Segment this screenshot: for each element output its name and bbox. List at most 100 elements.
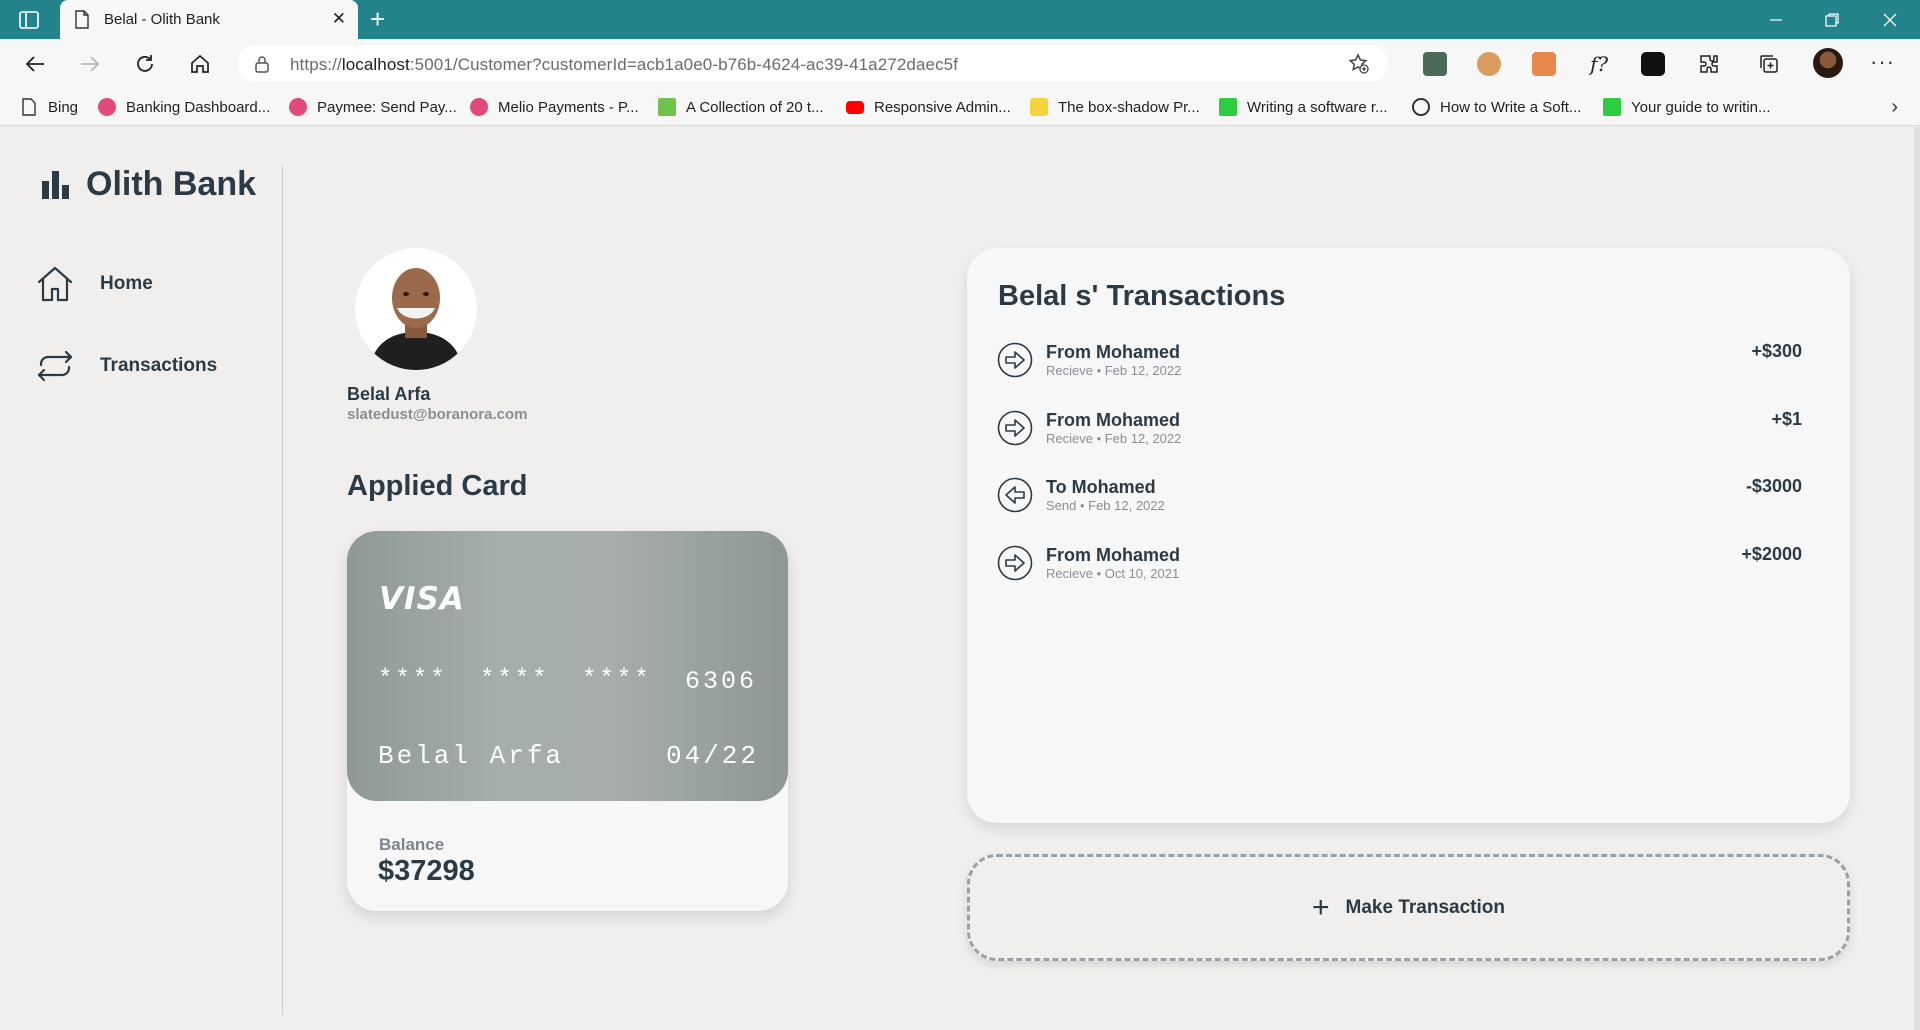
circle-site-icon (1412, 98, 1430, 116)
green-site-icon (658, 98, 676, 116)
forward-icon[interactable] (77, 51, 103, 77)
sidebar-item-transactions[interactable]: Transactions (36, 347, 217, 385)
font-ext-icon[interactable]: f? (1586, 51, 1612, 77)
extension-avatar-icon[interactable] (1477, 52, 1501, 76)
minimize-icon[interactable] (1748, 0, 1804, 39)
credit-card: VISA **** **** **** 6306 Belal Arfa 04/2… (347, 531, 788, 801)
profile-email: slatedust@boranora.com (347, 406, 528, 423)
transaction-name: From Mohamed (1046, 545, 1181, 565)
home-browser-icon[interactable] (187, 51, 213, 77)
transactions-title: Belal s' Transactions (998, 280, 1286, 312)
bookmarks-bar: Bing Banking Dashboard... Paymee: Send P… (0, 88, 1920, 126)
plus-icon: + (1312, 890, 1330, 924)
bookmark-item[interactable]: The box-shadow Pr... (1030, 97, 1200, 117)
home-icon (37, 266, 73, 302)
bar-chart-logo-icon (42, 170, 69, 199)
page-content: Olith Bank Home Transactions Belal Arfa … (0, 127, 1920, 1030)
sidebar-item-home[interactable]: Home (36, 265, 153, 303)
transactions-panel: Belal s' Transactions From Mohamed Recie… (967, 248, 1850, 823)
visa-logo: VISA (379, 581, 465, 617)
close-window-icon[interactable] (1862, 0, 1918, 39)
bookmark-item[interactable]: Bing (20, 97, 78, 117)
arrow-right-circle-icon (997, 545, 1033, 581)
arrow-left-circle-icon (997, 477, 1033, 513)
youtube-icon (846, 100, 864, 114)
transaction-amount: -$3000 (1745, 476, 1802, 496)
bookmark-item[interactable]: How to Write a Soft... (1412, 97, 1581, 117)
bookmark-label: Responsive Admin... (874, 98, 1011, 116)
transaction-meta: Recieve • Feb 12, 2022 (1046, 363, 1182, 378)
transaction-meta: Recieve • Oct 10, 2021 (1046, 566, 1180, 581)
make-transaction-button[interactable]: + Make Transaction (967, 854, 1850, 961)
new-tab-icon[interactable]: + (370, 5, 385, 33)
transaction-row[interactable]: From Mohamed Recieve • Feb 12, 2022 +$30… (997, 338, 1802, 382)
balance-label: Balance (379, 835, 445, 854)
address-bar[interactable]: https://localhost:5001/Customer?customer… (238, 45, 1388, 82)
bookmark-item[interactable]: Melio Payments - P... (470, 97, 639, 117)
transaction-name: From Mohamed (1046, 410, 1181, 430)
add-favorite-icon[interactable] (1348, 53, 1370, 80)
profile-name: Belal Arfa (347, 384, 431, 404)
bookmark-item[interactable]: Paymee: Send Pay... (289, 97, 457, 117)
card-widget[interactable]: VISA **** **** **** 6306 Belal Arfa 04/2… (347, 531, 788, 911)
bookmark-item[interactable]: A Collection of 20 t... (658, 97, 824, 117)
lock-icon[interactable] (254, 55, 270, 78)
balance-value: $37298 (378, 855, 475, 887)
bookmark-label: Writing a software r... (1247, 98, 1388, 116)
bookmark-label: Your guide to writin... (1631, 98, 1771, 116)
masked-digits: **** (582, 666, 652, 693)
sidebar-item-label: Transactions (100, 355, 218, 376)
page-icon (74, 10, 90, 34)
applied-card-title: Applied Card (347, 470, 528, 502)
bookmark-label: Melio Payments - P... (498, 98, 639, 116)
transaction-amount: +$1 (1771, 409, 1802, 429)
yellow-site-icon (1030, 98, 1048, 116)
bookmark-item[interactable]: Your guide to writin... (1603, 97, 1771, 117)
bookmark-label: The box-shadow Pr... (1058, 98, 1200, 116)
transaction-row[interactable]: To Mohamed Send • Feb 12, 2022 -$3000 (997, 473, 1802, 517)
transactions-icon (37, 350, 73, 382)
close-tab-icon[interactable]: ✕ (332, 10, 346, 28)
transaction-name: From Mohamed (1046, 342, 1181, 362)
transaction-meta: Send • Feb 12, 2022 (1046, 498, 1165, 513)
card-holder: Belal Arfa (378, 741, 565, 771)
dribbble-icon (98, 98, 116, 116)
bookmark-item[interactable]: Writing a software r... (1219, 97, 1388, 117)
card-expiry: 04/22 (666, 741, 760, 771)
bookmark-label: How to Write a Soft... (1440, 98, 1582, 116)
extension-cookie-icon[interactable] (1423, 52, 1447, 76)
brand[interactable]: Olith Bank (42, 165, 256, 204)
tab-actions-icon[interactable] (18, 9, 40, 31)
dribbble-icon (470, 98, 488, 116)
medium-icon (1219, 98, 1237, 116)
page-scrollbar[interactable] (1914, 127, 1920, 1030)
transaction-amount: +$300 (1751, 341, 1802, 361)
profile-avatar-icon[interactable] (1813, 48, 1843, 78)
extensions-icon[interactable] (1696, 51, 1722, 77)
brand-title: Olith Bank (86, 165, 257, 203)
refresh-icon[interactable] (132, 51, 158, 77)
url-text[interactable]: https://localhost:5001/Customer?customer… (290, 55, 958, 75)
collections-icon[interactable] (1756, 51, 1782, 77)
restore-icon[interactable] (1804, 0, 1860, 39)
bookmark-item[interactable]: Responsive Admin... (846, 97, 1011, 117)
arrow-right-circle-icon (997, 342, 1033, 378)
sidebar-item-label: Home (100, 273, 153, 294)
browser-tab-active[interactable]: Belal - Olith Bank ✕ (60, 0, 358, 39)
make-transaction-label: Make Transaction (1345, 896, 1505, 918)
bookmark-item[interactable]: Banking Dashboard... (98, 97, 270, 117)
chevron-right-icon[interactable]: › (1891, 96, 1898, 119)
more-options-icon[interactable]: ··· (1870, 49, 1895, 75)
masked-digits: **** (378, 666, 448, 693)
browser-titlebar: Belal - Olith Bank ✕ + (0, 0, 1920, 39)
tab-title: Belal - Olith Bank (104, 11, 220, 28)
back-icon[interactable] (22, 51, 48, 77)
extension-g-icon[interactable] (1532, 52, 1556, 76)
transaction-row[interactable]: From Mohamed Recieve • Oct 10, 2021 +$20… (997, 541, 1802, 585)
transaction-row[interactable]: From Mohamed Recieve • Feb 12, 2022 +$1 (997, 406, 1802, 450)
transaction-amount: +$2000 (1741, 544, 1802, 564)
card-last4: 6306 (685, 667, 758, 696)
extension-search-icon[interactable] (1641, 52, 1665, 76)
sidebar-divider (282, 165, 283, 1015)
medium-icon (1603, 98, 1621, 116)
